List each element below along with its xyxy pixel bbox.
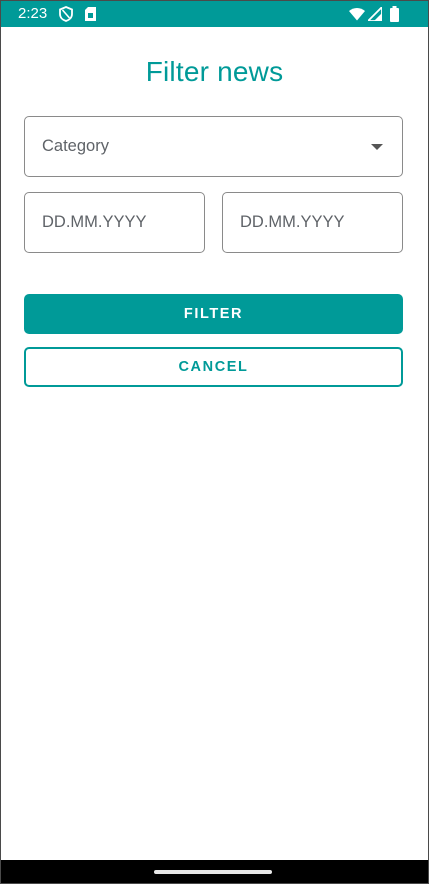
shield-icon	[59, 6, 73, 27]
date-from-placeholder: DD.MM.YYYY	[42, 213, 147, 231]
screen: 2:23 Filter news Category DD.MM.YYYY DD.…	[0, 0, 429, 884]
cellular-signal-icon	[365, 4, 383, 26]
date-to-field[interactable]: DD.MM.YYYY	[222, 192, 403, 253]
date-to-placeholder: DD.MM.YYYY	[240, 213, 345, 231]
cancel-button[interactable]: CANCEL	[24, 347, 403, 387]
status-time: 2:23	[18, 5, 48, 22]
home-gesture-handle[interactable]	[154, 870, 272, 874]
battery-icon	[390, 6, 399, 27]
page-title: Filter news	[145, 56, 284, 87]
sim-card-icon	[85, 7, 96, 26]
navigation-bar	[1, 860, 428, 883]
wifi-icon	[349, 7, 365, 26]
category-placeholder: Category	[42, 137, 109, 155]
category-dropdown[interactable]: Category	[24, 116, 403, 177]
status-bar: 2:23	[1, 1, 428, 27]
chevron-down-icon	[371, 144, 383, 150]
filter-button[interactable]: FILTER	[24, 294, 403, 334]
date-from-field[interactable]: DD.MM.YYYY	[24, 192, 205, 253]
